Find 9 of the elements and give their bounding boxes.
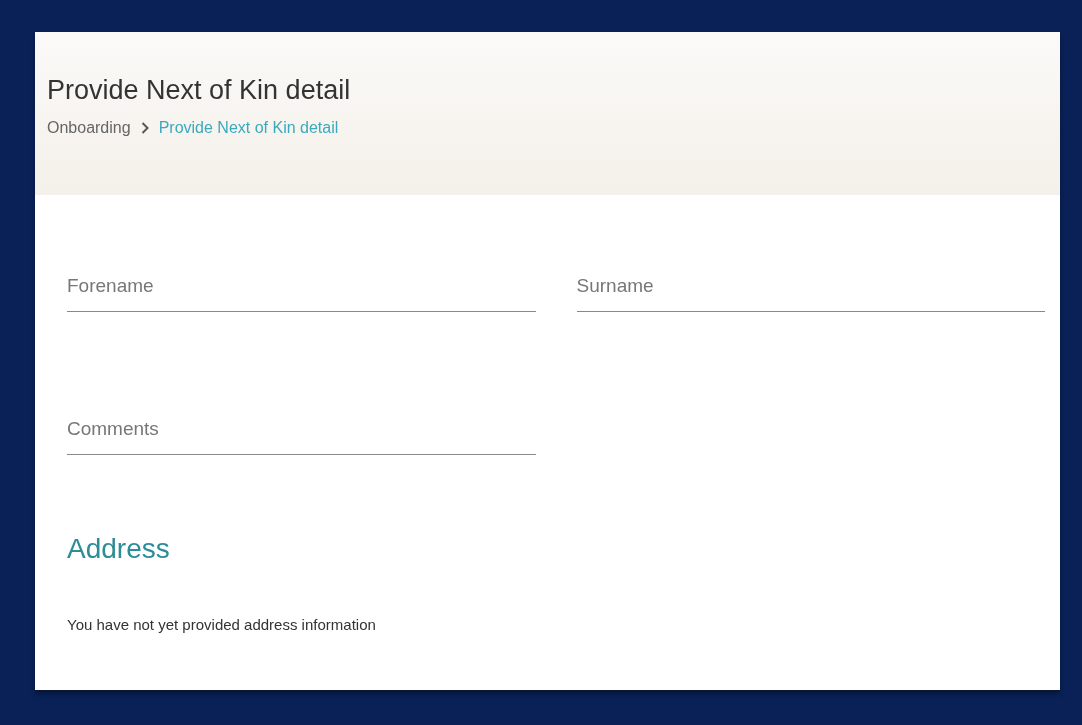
breadcrumb-current: Provide Next of Kin detail	[158, 119, 339, 137]
input-field[interactable]: Forename	[67, 269, 536, 312]
section-heading: Address	[67, 533, 171, 565]
empty-message: You have not yet provided address information	[67, 616, 377, 633]
chevron-right-icon	[140, 122, 149, 134]
input-field[interactable]: Surname	[576, 269, 1045, 312]
input-field[interactable]: Comments	[67, 412, 536, 455]
breadcrumb-link[interactable]: Onboarding	[47, 119, 131, 137]
page-title: Provide Next of Kin detail	[47, 74, 352, 106]
